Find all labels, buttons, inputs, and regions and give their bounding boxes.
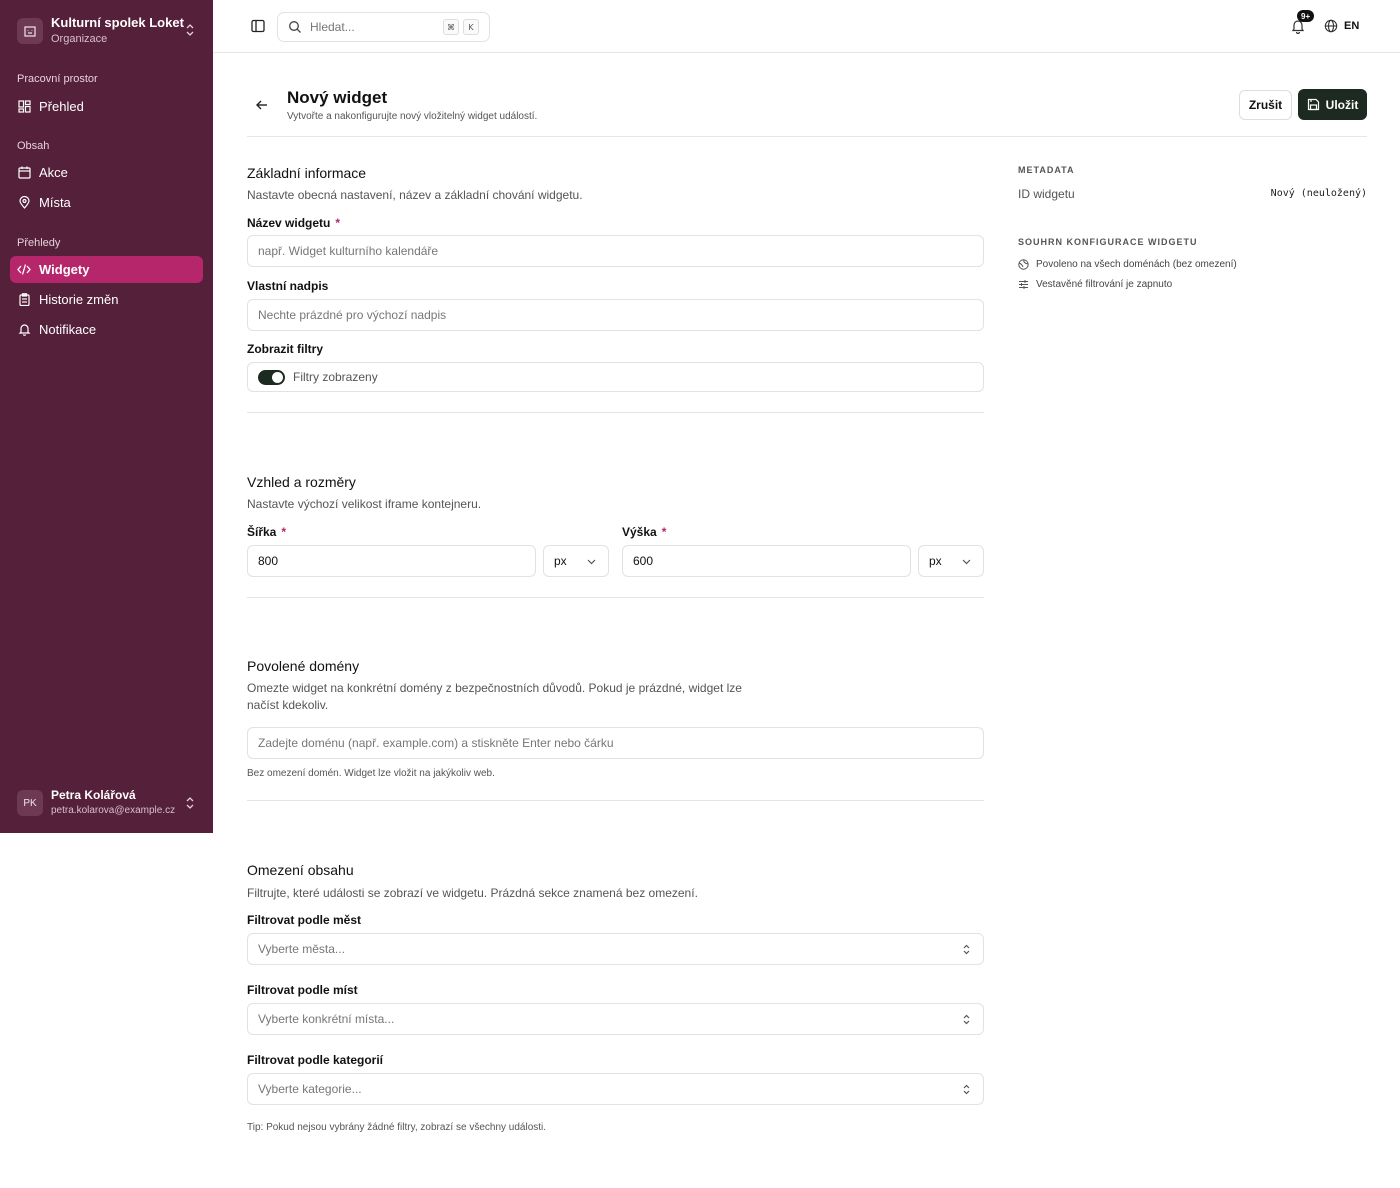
sidebar-toggle-icon[interactable] [250, 18, 266, 34]
widget-id-key: ID widgetu [1018, 187, 1075, 201]
section-desc-basic: Nastavte obecná nastavení, název a zákla… [247, 188, 583, 202]
filter-cities-select[interactable]: Vyberte města... [247, 933, 984, 965]
filter-categories-label: Filtrovat podle kategorií [247, 1053, 384, 1067]
save-button[interactable]: Uložit [1298, 89, 1367, 120]
section-desc-content: Filtrujte, které události se zobrazí ve … [247, 886, 698, 900]
chevrons-up-down-icon [186, 797, 194, 809]
height-input[interactable]: 600 [622, 545, 911, 577]
sidebar-item-label: Místa [39, 195, 71, 210]
domains-hint: Bez omezení domén. Widget lze vložit na … [247, 768, 495, 779]
cancel-button[interactable]: Zrušit [1239, 90, 1292, 120]
filter-categories-select[interactable]: Vyberte kategorie... [247, 1073, 984, 1105]
chevron-down-icon [962, 559, 971, 565]
sidebar-item-notifications[interactable]: Notifikace [10, 316, 203, 343]
filter-places-select[interactable]: Vyberte konkrétní místa... [247, 1003, 984, 1035]
save-icon [1307, 98, 1319, 111]
width-label: Šířka * [247, 525, 287, 539]
bell-icon [17, 323, 31, 337]
section-title-size: Vzhled a rozměry [247, 474, 356, 490]
user-name: Petra Kolářová [51, 788, 136, 802]
widget-name-input[interactable]: např. Widget kulturního kalendáře [247, 235, 984, 267]
dashboard-icon [17, 100, 31, 114]
section-divider [247, 800, 984, 801]
kbd-cmd: ⌘ [443, 19, 459, 35]
sidebar-item-label: Akce [39, 165, 68, 180]
section-label-reports: Přehledy [17, 237, 61, 249]
section-desc-size: Nastavte výchozí velikost iframe kontejn… [247, 497, 482, 511]
back-arrow-icon[interactable] [255, 98, 269, 112]
code-icon [17, 263, 31, 277]
sidebar-item-places[interactable]: Místa [10, 189, 203, 216]
header-divider [247, 136, 1367, 137]
sidebar-item-history[interactable]: Historie změn [10, 286, 203, 313]
globe-lock-icon [1018, 259, 1029, 270]
section-divider [247, 412, 984, 413]
top-bar: Hledat... ⌘ K 9+ EN [213, 0, 1400, 53]
org-subtitle: Organizace [51, 33, 108, 45]
sliders-icon [1019, 280, 1028, 289]
sidebar-item-label: Přehled [39, 99, 84, 114]
map-pin-icon [17, 196, 31, 210]
widget-name-label: Název widgetu * [247, 216, 341, 230]
org-name: Kulturní spolek Loket [51, 15, 184, 30]
width-unit-select[interactable]: px [543, 545, 609, 577]
section-title-basic: Základní informace [247, 165, 367, 181]
chevrons-up-down-icon [963, 1014, 970, 1025]
sidebar-item-label: Widgety [39, 262, 90, 277]
notification-badge: 9+ [1297, 10, 1315, 22]
search-input[interactable]: Hledat... ⌘ K [277, 12, 490, 42]
section-title-content: Omezení obsahu [247, 862, 354, 878]
sidebar: Kulturní spolek Loket Organizace Pracovn… [0, 0, 213, 833]
chevrons-up-down-icon [186, 24, 194, 36]
summary-heading: SOUHRN KONFIGURACE WIDGETU [1018, 237, 1198, 247]
section-desc-domains-2: načíst kdekoliv. [247, 698, 329, 712]
sidebar-item-widgets[interactable]: Widgety [10, 256, 203, 283]
org-switcher[interactable]: Kulturní spolek Loket Organizace [10, 8, 203, 54]
width-input[interactable]: 800 [247, 545, 536, 577]
sidebar-item-label: Notifikace [39, 322, 97, 337]
language-switcher[interactable]: EN [1324, 19, 1359, 33]
custom-heading-input[interactable]: Nechte prázdné pro výchozí nadpis [247, 299, 984, 331]
clipboard-icon [17, 293, 31, 307]
summary-filtering: Vestavěné filtrování je zapnuto [1018, 279, 1172, 290]
avatar: PK [17, 790, 43, 816]
show-filters-field: Filtry zobrazeny [247, 362, 984, 392]
globe-icon [1324, 19, 1338, 33]
widget-id-value: Nový (neuložený) [1270, 188, 1367, 199]
filter-places-label: Filtrovat podle míst [247, 983, 358, 997]
show-filters-label: Zobrazit filtry [247, 342, 324, 356]
language-label: EN [1344, 20, 1360, 32]
kbd-k: K [463, 19, 479, 35]
metadata-heading: METADATA [1018, 165, 1075, 175]
sidebar-item-overview[interactable]: Přehled [10, 93, 203, 120]
user-menu[interactable]: PK Petra Kolářová petra.kolarova@example… [10, 783, 203, 823]
sidebar-item-events[interactable]: Akce [10, 159, 203, 186]
show-filters-value: Filtry zobrazeny [293, 370, 378, 384]
save-label: Uložit [1325, 97, 1359, 112]
height-unit-select[interactable]: px [918, 545, 984, 577]
content-tip: Tip: Pokud nejsou vybrány žádné filtry, … [247, 1122, 547, 1133]
chevron-down-icon [587, 559, 596, 565]
chevrons-up-down-icon [963, 944, 970, 955]
summary-domains: Povoleno na všech doménách (bez omezení) [1018, 259, 1237, 270]
section-desc-domains-1: Omezte widget na konkrétní domény z bezp… [247, 681, 742, 695]
section-divider [247, 597, 984, 598]
calendar-icon [17, 166, 31, 180]
section-label-workspace: Pracovní prostor [17, 73, 98, 85]
search-icon [289, 21, 301, 33]
height-label: Výška * [622, 525, 667, 539]
show-filters-toggle[interactable] [258, 369, 285, 385]
page-title: Nový widget [287, 88, 388, 107]
section-title-domains: Povolené domény [247, 658, 360, 674]
custom-heading-label: Vlastní nadpis [247, 279, 329, 293]
sidebar-item-label: Historie změn [39, 292, 119, 307]
chevrons-up-down-icon [963, 1084, 970, 1095]
user-email: petra.kolarova@example.cz [51, 805, 176, 816]
page-subtitle: Vytvořte a nakonfigurujte nový vložiteln… [287, 111, 538, 122]
filter-cities-label: Filtrovat podle měst [247, 913, 362, 927]
search-placeholder: Hledat... [310, 20, 355, 34]
org-building-icon [17, 18, 43, 44]
domain-input[interactable]: Zadejte doménu (např. example.com) a sti… [247, 727, 984, 759]
section-label-content: Obsah [17, 140, 50, 152]
